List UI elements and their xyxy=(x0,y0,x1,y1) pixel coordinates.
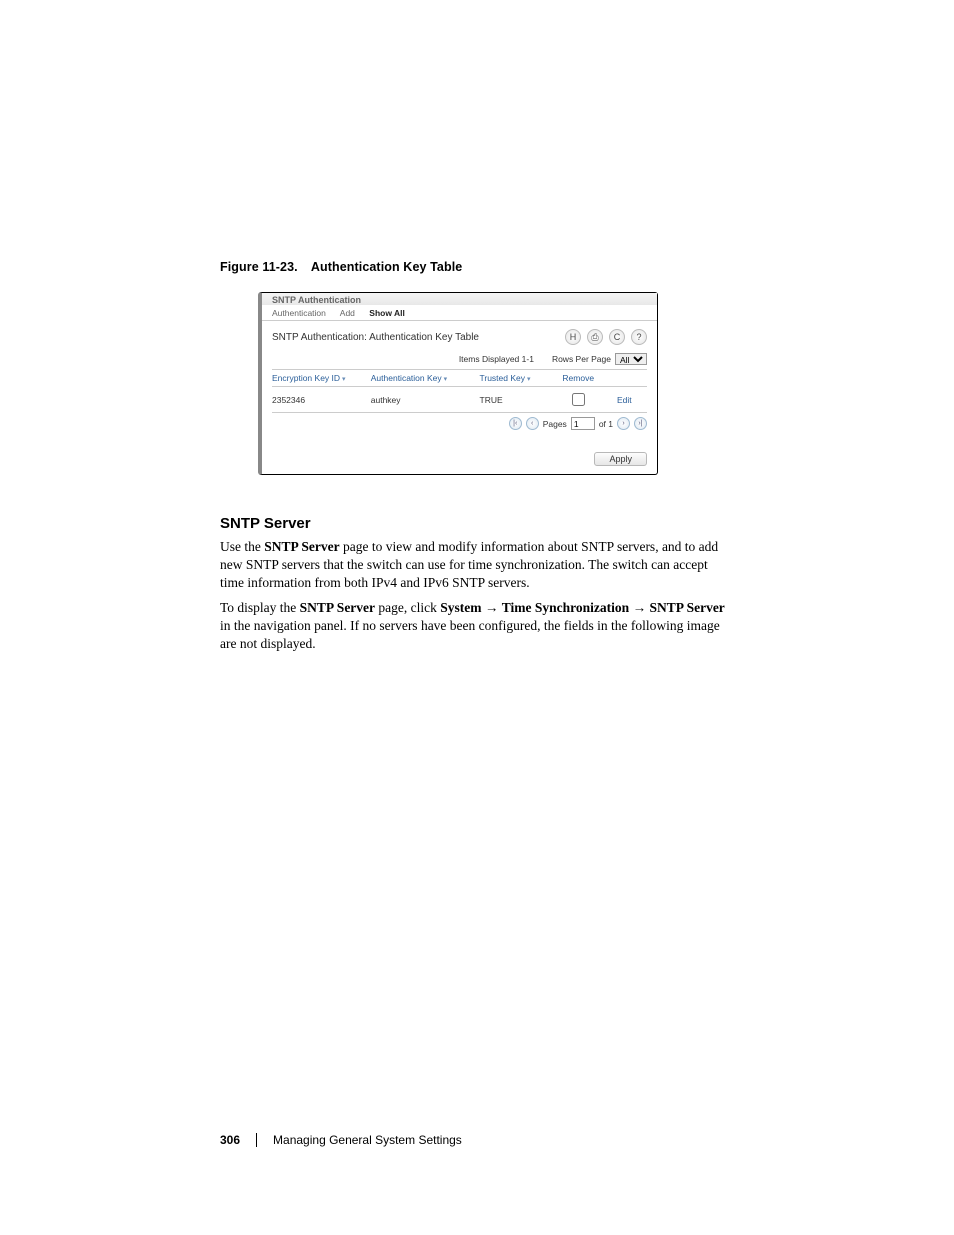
page-title: SNTP Authentication: Authentication Key … xyxy=(272,332,479,343)
cell-authentication-key: authkey xyxy=(371,395,461,405)
remove-checkbox[interactable] xyxy=(572,393,585,406)
auth-key-table: Encryption Key ID Authentication Key Tru… xyxy=(272,369,647,413)
pager: |‹ ‹ Pages of 1 › ›| xyxy=(272,413,647,434)
footer-divider xyxy=(256,1133,257,1147)
section-heading: SNTP Server xyxy=(220,515,734,532)
figure-title: Authentication Key Table xyxy=(311,260,463,274)
page-last-icon[interactable]: ›| xyxy=(634,417,647,430)
tab-row: Authentication Add Show All xyxy=(262,305,657,321)
refresh-icon[interactable]: C xyxy=(609,329,625,345)
tab-authentication[interactable]: Authentication xyxy=(272,308,326,318)
rows-per-page-select[interactable]: All xyxy=(615,353,647,365)
edit-link[interactable]: Edit xyxy=(617,395,647,405)
apply-button[interactable]: Apply xyxy=(594,452,647,466)
save-icon[interactable]: H xyxy=(565,329,581,345)
page-number: 306 xyxy=(220,1133,240,1147)
col-remove: Remove xyxy=(558,373,598,383)
page-prev-icon[interactable]: ‹ xyxy=(526,417,539,430)
col-trusted-key[interactable]: Trusted Key xyxy=(480,373,540,383)
cell-trusted-key: TRUE xyxy=(480,395,540,405)
figure-number: Figure 11-23. xyxy=(220,260,298,274)
tab-show-all[interactable]: Show All xyxy=(369,308,405,318)
pages-label: Pages xyxy=(543,419,567,429)
window-title: SNTP Authentication xyxy=(262,293,657,305)
print-icon[interactable]: ⎙ xyxy=(587,329,603,345)
paragraph-2: To display the SNTP Server page, click S… xyxy=(220,599,734,654)
toolbar-icons: H ⎙ C ? xyxy=(565,329,647,345)
col-encryption-key-id[interactable]: Encryption Key ID xyxy=(272,373,352,383)
page-first-icon[interactable]: |‹ xyxy=(509,417,522,430)
cell-remove-checkbox[interactable] xyxy=(558,390,598,409)
page-footer: 306 Managing General System Settings xyxy=(220,1133,462,1147)
help-icon[interactable]: ? xyxy=(631,329,647,345)
page-input[interactable] xyxy=(571,417,595,430)
page-of: of 1 xyxy=(599,419,613,429)
paragraph-1: Use the SNTP Server page to view and mod… xyxy=(220,538,734,593)
cell-encryption-key-id: 2352346 xyxy=(272,395,352,405)
tab-add[interactable]: Add xyxy=(340,308,355,318)
items-displayed: Items Displayed 1-1 xyxy=(459,354,534,364)
figure-caption: Figure 11-23. Authentication Key Table xyxy=(220,260,734,274)
table-row: 2352346 authkey TRUE Edit xyxy=(272,387,647,412)
screenshot-panel: SNTP Authentication Authentication Add S… xyxy=(258,292,658,475)
chapter-title: Managing General System Settings xyxy=(273,1133,462,1147)
col-authentication-key[interactable]: Authentication Key xyxy=(371,373,461,383)
rows-per-page-label: Rows Per Page xyxy=(552,354,611,364)
page-next-icon[interactable]: › xyxy=(617,417,630,430)
